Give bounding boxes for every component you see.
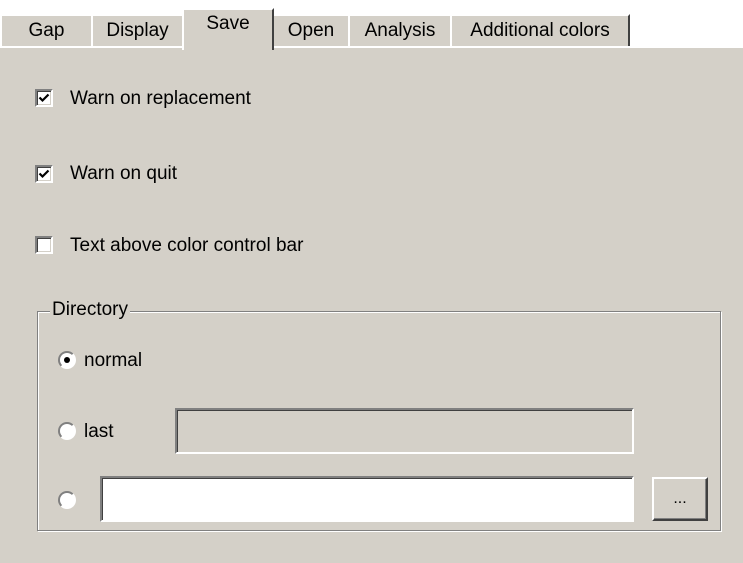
radio-selected-dot xyxy=(64,357,70,363)
last-directory-field[interactable] xyxy=(175,408,634,454)
tab-open-label: Open xyxy=(287,20,335,41)
tab-save-label: Save xyxy=(206,13,250,34)
browse-button[interactable]: ... xyxy=(652,477,708,521)
tab-analysis[interactable]: Analysis xyxy=(348,14,452,46)
directory-last-radio[interactable] xyxy=(58,422,76,440)
directory-last-label: last xyxy=(84,421,114,442)
tab-save[interactable]: Save xyxy=(182,8,274,50)
text-above-color-bar-checkbox[interactable] xyxy=(35,236,53,254)
directory-normal-radio[interactable] xyxy=(58,351,76,369)
warn-on-quit-checkbox[interactable] xyxy=(35,165,53,183)
tab-display[interactable]: Display xyxy=(91,14,184,46)
custom-directory-field[interactable] xyxy=(100,476,634,522)
warn-on-replacement-checkbox[interactable] xyxy=(35,89,53,107)
warn-on-replacement-label: Warn on replacement xyxy=(70,88,251,109)
tab-display-label: Display xyxy=(106,20,169,41)
tab-open[interactable]: Open xyxy=(272,14,350,46)
tab-gap[interactable]: Gap xyxy=(0,14,93,46)
tab-additional-colors[interactable]: Additional colors xyxy=(450,14,630,46)
warn-on-quit-label: Warn on quit xyxy=(70,163,178,184)
directory-normal-label: normal xyxy=(84,350,143,371)
tab-additional-colors-label: Additional colors xyxy=(470,20,610,41)
browse-button-label: ... xyxy=(673,490,687,507)
tab-gap-label: Gap xyxy=(28,20,65,41)
checkmark-icon xyxy=(38,169,50,179)
directory-custom-radio[interactable] xyxy=(58,491,76,509)
text-above-color-bar-label: Text above color control bar xyxy=(70,235,304,256)
tab-analysis-label: Analysis xyxy=(364,20,436,41)
checkmark-icon xyxy=(38,93,50,103)
directory-group-title: Directory xyxy=(50,299,131,321)
